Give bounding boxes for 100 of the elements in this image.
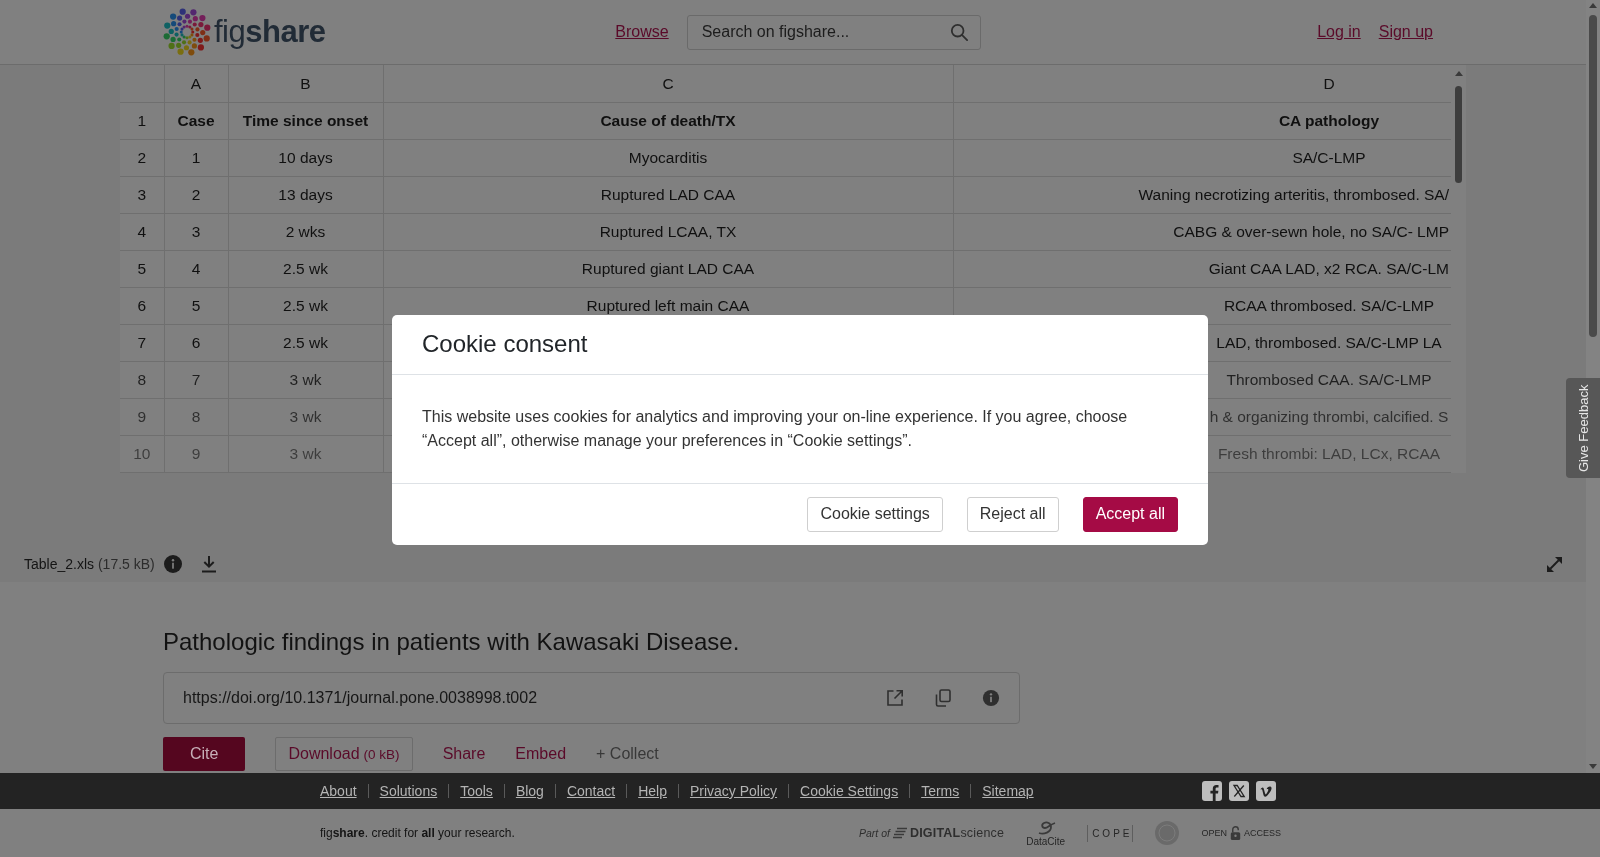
scroll-up-icon[interactable]	[1589, 3, 1597, 8]
table-cell: 10 days	[278, 151, 333, 165]
partner-logo-text[interactable]: COPE	[1087, 824, 1134, 842]
dialog-message: This website uses cookies for analytics and improving your on-line experience. If you agree, choose “Accept all”, otherwise manage your preferences in “Cookie settings”.	[422, 406, 1129, 451]
footer-link[interactable]: Help	[638, 783, 667, 799]
table-cell: 6	[191, 336, 201, 350]
download-button[interactable]: Download (0 kB)	[275, 737, 413, 771]
table-cell: 2.5 wk	[283, 336, 328, 350]
info-icon[interactable]	[163, 555, 182, 573]
table-cell: 13 days	[278, 188, 333, 202]
footer-link[interactable]: Privacy Policy	[689, 783, 778, 799]
copy-icon[interactable]	[934, 689, 952, 707]
row-number: 5	[137, 262, 147, 276]
table-cell: 9	[191, 447, 201, 461]
row-number: 4	[137, 225, 147, 239]
column-header: A	[190, 76, 202, 91]
external-link-icon[interactable]	[886, 689, 904, 707]
feedback-tab[interactable]: Give Feedback	[1566, 378, 1600, 478]
table-cell: Myocarditis	[628, 151, 708, 165]
scroll-up-icon[interactable]	[1454, 71, 1463, 76]
table-cell: 3	[191, 225, 201, 239]
table-cell: 1	[191, 151, 201, 165]
footer-link[interactable]: Sitemap	[982, 783, 1034, 799]
scroll-down-icon[interactable]	[1589, 764, 1597, 769]
table-cell: Thrombosed CAA. SA/C-LMP	[1226, 373, 1432, 387]
table-cell: LAD, thrombosed. SA/C-LMP LA	[1216, 336, 1442, 350]
table-cell: SA/C-LMP	[1292, 151, 1366, 165]
footer-link[interactable]: Contact	[566, 783, 616, 799]
table-cell: Cause of death/TX	[600, 114, 736, 128]
logo-wordmark[interactable]: figshare	[214, 15, 326, 49]
share-link[interactable]: Share	[442, 745, 486, 763]
collect-link[interactable]: + Collect	[596, 745, 659, 763]
doi-link[interactable]: https://doi.org/10.1371/journal.pone.0038998.t002	[183, 689, 538, 707]
partner-logo-text[interactable]: OPEN	[1201, 828, 1227, 838]
footer-link[interactable]: Solutions	[379, 783, 438, 799]
table-cell: 5	[191, 299, 201, 313]
table-cell: 3 wk	[289, 373, 322, 387]
table-cell: 3 wk	[289, 447, 322, 461]
table-cell: Fresh thrombi: LAD, LCx, RCAA	[1217, 447, 1441, 461]
table-cell: Ruptured LCAA, TX	[599, 225, 737, 239]
tagline: figshare. credit for all your research.	[320, 826, 515, 840]
table-cell: 2 wks	[285, 225, 326, 239]
row-number: 9	[137, 410, 147, 424]
partner-logo-text[interactable]: DataCite	[1026, 835, 1066, 847]
item-title: Pathologic findings in patients with Kawasaki Disease.	[163, 628, 740, 656]
footer-link[interactable]: Tools	[460, 783, 493, 799]
accept-all-button[interactable]: Accept all	[1082, 496, 1178, 532]
facebook-icon[interactable]	[1202, 781, 1222, 801]
partner-logo-text[interactable]: DIGITALscience	[909, 826, 1005, 840]
column-header: C	[662, 76, 674, 91]
table-cell: Ruptured giant LAD CAA	[581, 262, 755, 276]
table-cell: 7	[191, 373, 201, 387]
footer-link[interactable]: Terms	[921, 783, 960, 799]
cookie-settings-button[interactable]: Cookie settings	[807, 496, 943, 532]
table-cell: 8	[191, 410, 201, 424]
column-header: D	[1323, 76, 1335, 91]
cite-button[interactable]: Cite	[163, 737, 246, 771]
stripes-icon	[892, 827, 907, 839]
table-cell: Time since onset	[242, 114, 369, 128]
table-cell: RCAA thrombosed. SA/C-LMP	[1223, 299, 1435, 313]
search-icon[interactable]	[949, 23, 968, 41]
table-cell: Ruptured LAD CAA	[600, 188, 736, 202]
table-cell: 4	[191, 262, 201, 276]
table-cell: Case	[177, 114, 215, 128]
doi-field[interactable]: https://doi.org/10.1371/journal.pone.0038998.t002	[163, 672, 1020, 724]
embed-link[interactable]: Embed	[515, 745, 567, 763]
table-cell: 3 wk	[289, 410, 322, 424]
info-icon[interactable]	[982, 689, 1000, 707]
table-cell: CA pathology	[1278, 114, 1380, 128]
search-field[interactable]: Search on figshare...	[686, 14, 981, 50]
table-cell: 2	[191, 188, 201, 202]
log-in-link[interactable]: Log in	[1317, 23, 1361, 41]
table-cell: h & organizing thrombi, calcified. S	[1209, 410, 1449, 424]
row-number: 2	[137, 151, 147, 165]
table-cell: 2.5 wk	[283, 299, 328, 313]
part-of-label: Part of	[859, 827, 890, 839]
sign-up-link[interactable]: Sign up	[1378, 23, 1433, 41]
table-cell: Giant CAA LAD, x2 RCA. SA/C-LM	[1208, 262, 1449, 276]
browse-link[interactable]: Browse	[615, 23, 669, 41]
row-number: 7	[137, 336, 147, 350]
row-number: 6	[137, 299, 147, 313]
expand-icon[interactable]	[1547, 556, 1562, 572]
file-name: Table_2.xls (17.5 kB)	[24, 556, 155, 572]
vimeo-icon[interactable]	[1256, 781, 1276, 801]
row-number: 8	[137, 373, 147, 387]
row-number: 1	[137, 114, 147, 128]
table-cell: CABG & over-sewn hole, no SA/C- LMP	[1173, 225, 1449, 239]
dot-spiral-logo-icon[interactable]	[163, 8, 211, 56]
reject-all-button[interactable]: Reject all	[966, 496, 1059, 532]
footer-link[interactable]: Cookie Settings	[800, 783, 899, 799]
footer-link[interactable]: About	[320, 783, 357, 799]
column-header: B	[300, 76, 311, 91]
dialog-title: Cookie consent	[422, 330, 588, 358]
x-logo-icon[interactable]	[1229, 781, 1249, 801]
download-icon[interactable]	[199, 555, 218, 573]
scrollbar-thumb[interactable]	[1455, 86, 1462, 183]
partner-logo-text[interactable]: ACCESS	[1244, 828, 1281, 838]
footer-link[interactable]: Blog	[515, 783, 544, 799]
table-cell: Ruptured left main CAA	[586, 299, 750, 313]
scrollbar-thumb[interactable]	[1589, 15, 1597, 337]
